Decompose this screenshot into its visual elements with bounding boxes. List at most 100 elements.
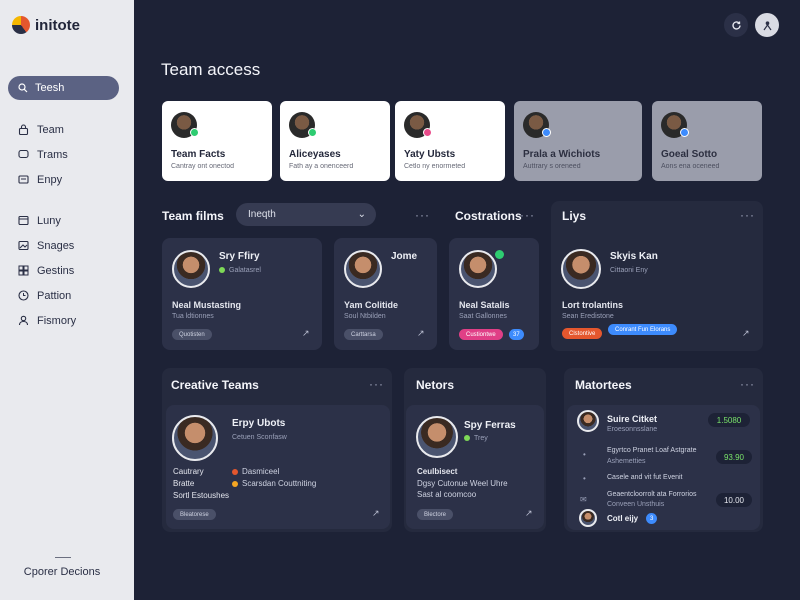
sidebar-item-luny[interactable]: Luny: [18, 208, 76, 233]
match-title[interactable]: Cotl eijy: [607, 514, 638, 523]
member-desc: Sean Eredistone: [562, 313, 614, 320]
sidebar-footer-link[interactable]: Cporer Decions: [0, 566, 124, 578]
access-card[interactable]: Goeal Sotto Aons ena oceneed: [652, 101, 762, 181]
more-dots-icon[interactable]: ···: [740, 208, 755, 222]
nav-group-secondary: Luny Snages Gestins Pattion Fismory: [18, 208, 76, 333]
search-button[interactable]: Teesh: [8, 76, 119, 100]
select-value: Ineqth: [248, 209, 276, 220]
avatar: [459, 250, 497, 288]
more-dots-icon[interactable]: ···: [520, 208, 535, 222]
member-role: Neal Satalis: [459, 300, 510, 310]
member-status-text: Galatasrel: [229, 267, 261, 274]
tag-chip[interactable]: Custiontwe: [459, 329, 503, 340]
avatar: [416, 416, 458, 458]
section-title-costrations: Costrations: [455, 209, 522, 223]
tag-chip[interactable]: Carttarsa: [344, 329, 383, 340]
access-card-title: Goeal Sotto: [661, 149, 718, 160]
match-title[interactable]: Suire Citket: [607, 414, 657, 424]
status-dot: [232, 468, 238, 475]
sidebar-item-label: Trams: [37, 148, 68, 161]
team-member-card[interactable]: Erpy Ubots Cetuen Sconfasw Cautrary Dasm…: [166, 405, 390, 529]
avatar: [344, 250, 382, 288]
member-status-text: Trey: [474, 435, 488, 442]
access-card-subtitle: Cantray ont onectod: [171, 163, 235, 170]
team-member-card[interactable]: Sry Ffiry Galatasrel Neal Mustasting Tua…: [162, 238, 322, 350]
tag-chip[interactable]: Blectore: [417, 509, 454, 520]
member-name: Sry Ffiry: [219, 251, 260, 262]
sidebar-item-label: Fismory: [37, 314, 77, 327]
refresh-icon: [731, 20, 741, 30]
sidebar-item-team[interactable]: Team: [18, 117, 68, 142]
access-card[interactable]: Yaty Ubsts Cetlo ny enormeted: [395, 101, 505, 181]
app-name: initote: [35, 16, 80, 34]
arrow-icon[interactable]: ↗: [525, 508, 533, 519]
access-card-title: Yaty Ubsts: [404, 149, 456, 160]
search-icon: [18, 83, 28, 93]
access-card[interactable]: Team Facts Cantray ont onectod: [162, 101, 272, 181]
arrow-icon[interactable]: ↗: [372, 508, 380, 519]
sidebar-item-fismory[interactable]: Fismory: [18, 308, 76, 333]
tag-chip[interactable]: Clstontive: [562, 328, 603, 339]
arrow-icon[interactable]: ↗: [302, 328, 310, 339]
member-status: Cittaoni Eny: [610, 267, 648, 274]
sidebar-item-label: Team: [37, 123, 64, 136]
sidebar-item-pattion[interactable]: Pattion: [18, 283, 76, 308]
image-icon: [18, 240, 29, 251]
refresh-button[interactable]: [724, 13, 748, 37]
detail-value: Scarsdan Couttniting: [232, 479, 316, 488]
sidebar-item-label: Gestins: [37, 264, 75, 277]
team-member-card[interactable]: Jome Yam Colitide Soul Ntbilden Carttars…: [334, 238, 437, 350]
section-title-matches: Matortees: [575, 378, 632, 392]
member-role: Lort trolantins: [562, 300, 623, 310]
tag-chip[interactable]: Quotisten: [172, 329, 212, 340]
avatar: [172, 415, 218, 461]
detail-value-text: Scarsdan Couttniting: [242, 479, 317, 488]
member-desc: Soul Ntbilden: [344, 313, 386, 320]
member-name: Skyis Kan: [610, 251, 658, 262]
app-logo[interactable]: initote: [12, 16, 80, 34]
arrow-icon[interactable]: ↗: [417, 328, 425, 339]
profile-button[interactable]: [755, 13, 779, 37]
avatar: [579, 509, 597, 527]
avatar: [172, 250, 210, 288]
more-dots-icon[interactable]: ···: [415, 208, 430, 222]
detail-line: Sast al coomcoo: [417, 490, 477, 499]
match-title[interactable]: Geaentcloorrolt ata Forrorios: [607, 491, 696, 498]
access-card-title: Aliceyases: [289, 149, 341, 160]
user-icon: [18, 315, 29, 326]
sidebar-item-label: Pattion: [37, 289, 72, 302]
sidebar-item-snages[interactable]: Snages: [18, 233, 76, 258]
sidebar-item-label: Snages: [37, 239, 75, 252]
avatar: [561, 249, 601, 289]
more-dots-icon[interactable]: ···: [740, 377, 755, 391]
section-title-team-films: Team films: [162, 209, 224, 223]
team-member-card[interactable]: Spy Ferras Trey Ceulbisect Dgsy Cutonue …: [406, 405, 544, 529]
access-card[interactable]: Aliceyases Fath ay a onenceerd: [280, 101, 390, 181]
more-dots-icon[interactable]: ···: [369, 377, 384, 391]
period-select[interactable]: Ineqth ⌄: [236, 203, 376, 226]
section-title-liys: Liys: [562, 209, 587, 223]
status-badge: [495, 250, 504, 259]
match-title[interactable]: Casele and vit fut Evenit: [607, 474, 683, 481]
arrow-icon[interactable]: ↗: [742, 328, 750, 339]
lock-icon: [18, 124, 29, 135]
member-status: Galatasrel: [219, 267, 261, 274]
count-chip[interactable]: 37: [509, 329, 524, 340]
card-icon: [18, 215, 29, 226]
sidebar-item-enpy[interactable]: Enpy: [18, 167, 68, 192]
team-member-card[interactable]: Neal Satalis Saat Gallonnes Custiontwe 3…: [449, 238, 539, 350]
member-status: Trey: [464, 435, 488, 442]
match-title[interactable]: Egyrtco Pranet Loaf Astgrate: [607, 447, 697, 454]
message-icon: [18, 175, 29, 184]
match-value: 1.5080: [708, 413, 750, 427]
detail-label: Bratte: [173, 479, 195, 488]
tag-chip[interactable]: Bleatorese: [173, 509, 216, 520]
sidebar-item-trams[interactable]: Trams: [18, 142, 68, 167]
member-role: Neal Mustasting: [172, 300, 242, 310]
access-card[interactable]: Prala a Wichiots Auttrary s oreneed: [514, 101, 642, 181]
nav-group-primary: Team Trams Enpy: [18, 117, 68, 192]
tag-chip[interactable]: Conrant Fun Elorans: [608, 324, 678, 335]
user-icon: [763, 20, 771, 30]
sidebar-item-gestins[interactable]: Gestins: [18, 258, 76, 283]
page-title: Team access: [161, 60, 261, 79]
